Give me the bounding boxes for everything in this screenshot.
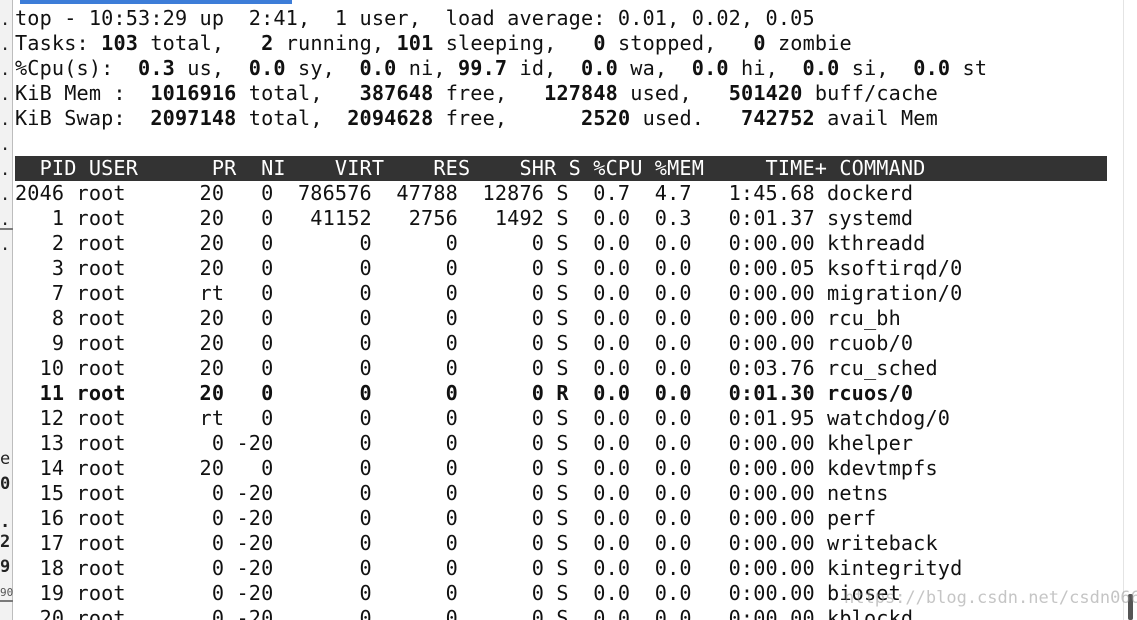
background-text-fragment: . bbox=[0, 135, 11, 155]
column-headers: PID USER PR NI VIRT RES SHR S %CPU %MEM … bbox=[15, 156, 926, 180]
background-window-edge: .......... e 0. 2 9 90 bbox=[0, 0, 13, 620]
process-table-header: PID USER PR NI VIRT RES SHR S %CPU %MEM … bbox=[15, 156, 1107, 181]
background-text-fragment: . bbox=[0, 110, 11, 130]
summary-cpu-line: %Cpu(s): 0.3 us, 0.0 sy, 0.0 ni, 99.7 id… bbox=[15, 56, 988, 80]
table-row: 2 root 20 0 0 0 0 S 0.0 0.0 0:00.00 kthr… bbox=[15, 231, 926, 255]
background-text-fragment: . bbox=[0, 10, 11, 30]
background-text-fragment: . bbox=[0, 235, 11, 255]
summary-swap-line: KiB Swap: 2097148 total, 2094628 free, 2… bbox=[15, 106, 938, 130]
background-text-fragment: 0 bbox=[0, 474, 11, 494]
table-row: 11 root 20 0 0 0 0 R 0.0 0.0 0:01.30 rcu… bbox=[15, 381, 914, 405]
table-row: 8 root 20 0 0 0 0 S 0.0 0.0 0:00.00 rcu_… bbox=[15, 306, 901, 330]
table-row: 18 root 0 -20 0 0 0 S 0.0 0.0 0:00.00 ki… bbox=[15, 556, 963, 580]
table-row: 20 root 0 -20 0 0 0 S 0.0 0.0 0:00.00 kb… bbox=[15, 606, 914, 620]
table-row: 13 root 0 -20 0 0 0 S 0.0 0.0 0:00.00 kh… bbox=[15, 431, 914, 455]
table-row: 1 root 20 0 41152 2756 1492 S 0.0 0.3 0:… bbox=[15, 206, 914, 230]
table-row: 14 root 20 0 0 0 0 S 0.0 0.0 0:00.00 kde… bbox=[15, 456, 938, 480]
terminal-scrollbar[interactable] bbox=[1123, 0, 1137, 620]
table-row: 3 root 20 0 0 0 0 S 0.0 0.0 0:00.05 ksof… bbox=[15, 256, 963, 280]
watermark: https://blog.csdn.net/csdn066 bbox=[844, 588, 1137, 608]
summary-mem-line: KiB Mem : 1016916 total, 387648 free, 12… bbox=[15, 81, 938, 105]
table-row: 17 root 0 -20 0 0 0 S 0.0 0.0 0:00.00 wr… bbox=[15, 531, 938, 555]
background-text-fragment: 2 bbox=[0, 532, 11, 552]
summary-uptime-line: top - 10:53:29 up 2:41, 1 user, load ave… bbox=[15, 6, 815, 30]
window-border bbox=[12, 0, 13, 620]
table-row: 16 root 0 -20 0 0 0 S 0.0 0.0 0:00.00 pe… bbox=[15, 506, 877, 530]
table-row: 12 root rt 0 0 0 0 S 0.0 0.0 0:01.95 wat… bbox=[15, 406, 951, 430]
table-row: 9 root 20 0 0 0 0 S 0.0 0.0 0:00.00 rcuo… bbox=[15, 331, 914, 355]
table-row: 2046 root 20 0 786576 47788 12876 S 0.7 … bbox=[15, 181, 914, 205]
terminal-view[interactable]: top - 10:53:29 up 2:41, 1 user, load ave… bbox=[14, 4, 1123, 620]
window-frame-mark bbox=[0, 600, 13, 602]
table-row: 7 root rt 0 0 0 0 S 0.0 0.0 0:00.00 migr… bbox=[15, 281, 963, 305]
background-text-fragment: . bbox=[0, 185, 11, 205]
window-frame-mark bbox=[0, 228, 13, 230]
summary-tasks-line: Tasks: 103 total, 2 running, 101 sleepin… bbox=[15, 31, 852, 55]
background-text-fragment: e bbox=[0, 449, 11, 469]
background-text-fragment: . bbox=[0, 60, 11, 80]
table-row: 19 root 0 -20 0 0 0 S 0.0 0.0 0:00.00 bi… bbox=[15, 581, 901, 605]
background-text-fragment: 9 bbox=[0, 557, 11, 577]
table-row: 15 root 0 -20 0 0 0 S 0.0 0.0 0:00.00 ne… bbox=[15, 481, 889, 505]
background-text-fragment: . bbox=[0, 35, 11, 55]
background-text-fragment: . bbox=[0, 160, 11, 180]
table-row: 10 root 20 0 0 0 0 S 0.0 0.0 0:03.76 rcu… bbox=[15, 356, 938, 380]
background-text-fragment: . bbox=[0, 85, 11, 105]
